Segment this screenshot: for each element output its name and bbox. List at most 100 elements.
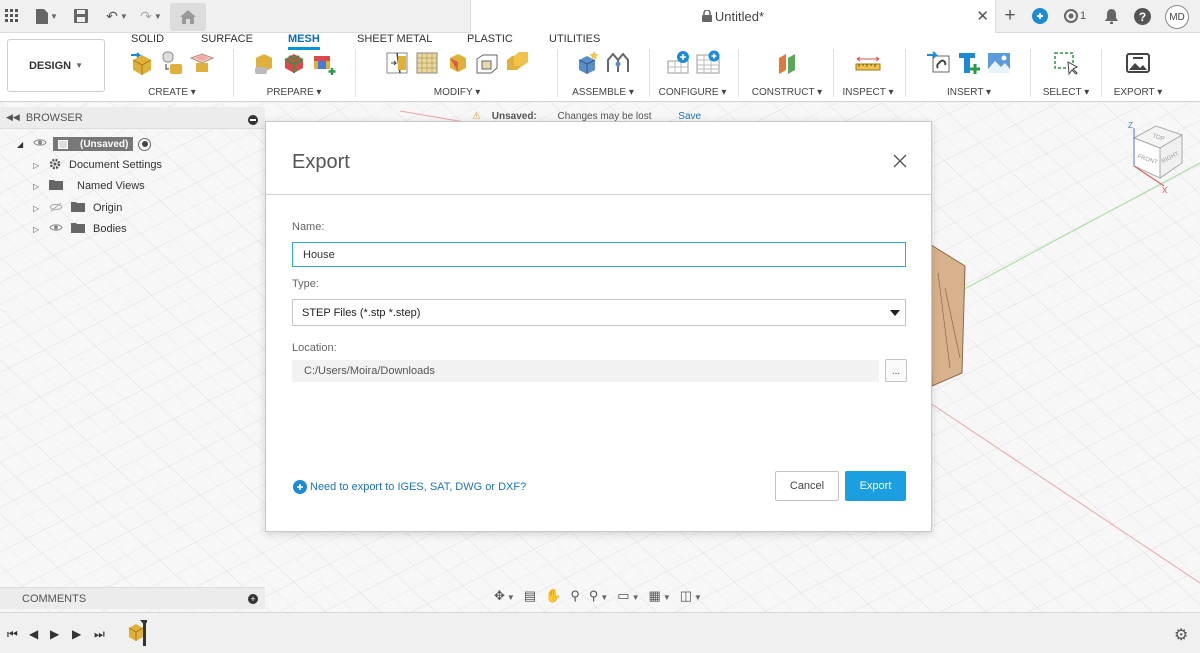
- zoom-window-icon[interactable]: ⚲ ▼: [589, 588, 608, 604]
- configure-design-icon[interactable]: [665, 50, 691, 76]
- select-icon[interactable]: [1053, 50, 1079, 76]
- insert-derive-icon[interactable]: [926, 50, 952, 76]
- job-status[interactable]: 1: [1062, 7, 1088, 25]
- zoom-icon[interactable]: ⚲: [570, 588, 580, 604]
- add-comment-icon[interactable]: +: [248, 594, 258, 604]
- play-icon[interactable]: ▶: [50, 627, 59, 641]
- file-menu-icon[interactable]: ▼: [33, 7, 61, 25]
- undo-icon[interactable]: ↶ ▼: [103, 7, 131, 25]
- make-closed-mesh-icon[interactable]: [414, 50, 440, 76]
- name-input[interactable]: [292, 242, 906, 267]
- first-step-icon[interactable]: ⏮: [7, 627, 18, 642]
- browser-collapse-icon[interactable]: [248, 115, 258, 125]
- document-tab[interactable]: Untitled* ✕: [470, 0, 996, 33]
- collapsed-triangle-icon[interactable]: ▷: [33, 182, 43, 191]
- comments-panel[interactable]: COMMENTS +: [0, 587, 265, 609]
- redo-icon[interactable]: ↷ ▼: [137, 7, 165, 25]
- visibility-eye-icon[interactable]: [33, 138, 53, 150]
- plane-cut-icon[interactable]: [384, 50, 410, 76]
- extensions-icon[interactable]: [1031, 7, 1049, 25]
- hidden-eye-icon[interactable]: [49, 202, 71, 215]
- collapsed-triangle-icon[interactable]: ▷: [33, 204, 43, 213]
- cancel-button[interactable]: Cancel: [775, 471, 839, 501]
- prepare-group[interactable]: PREPARE ▾: [239, 47, 349, 99]
- activate-radio-icon[interactable]: [138, 137, 152, 151]
- browser-item-origin[interactable]: ▷ Origin: [33, 198, 122, 218]
- location-field[interactable]: C:/Users/Moira/Downloads: [292, 360, 879, 382]
- look-at-icon[interactable]: ▤: [524, 588, 536, 604]
- browser-item-document-settings[interactable]: ▷ Document Settings: [33, 155, 162, 175]
- pan-icon[interactable]: ✋: [545, 588, 561, 604]
- select-group[interactable]: SELECT ▾: [1036, 47, 1096, 99]
- timeline-feature-icon[interactable]: [127, 620, 147, 646]
- configuration-table-icon[interactable]: [695, 50, 721, 76]
- insert-group[interactable]: INSERT ▾: [913, 47, 1025, 99]
- close-icon[interactable]: [892, 153, 908, 169]
- collapsed-triangle-icon[interactable]: ▷: [33, 161, 43, 170]
- browse-button[interactable]: ...: [885, 359, 907, 382]
- next-step-icon[interactable]: ▶: [72, 627, 81, 641]
- export-formats-help-link[interactable]: Need to export to IGES, SAT, DWG or DXF?: [293, 480, 526, 494]
- browser-item-named-views[interactable]: ▷ Named Views: [33, 176, 145, 196]
- tessellate-icon[interactable]: [159, 50, 185, 76]
- browser-item-label: Named Views: [77, 180, 145, 192]
- workspace-switcher[interactable]: DESIGN ▼: [7, 39, 105, 92]
- remesh-icon[interactable]: [281, 50, 307, 76]
- inspect-group[interactable]: INSPECT ▾: [838, 47, 898, 99]
- close-tab-icon[interactable]: ✕: [976, 7, 989, 25]
- export-icon[interactable]: [1125, 50, 1151, 76]
- lock-icon: [701, 9, 712, 22]
- repair-icon[interactable]: [251, 50, 277, 76]
- user-avatar[interactable]: MD: [1165, 5, 1189, 29]
- boolean-icon[interactable]: [504, 50, 530, 76]
- last-step-icon[interactable]: ⏭: [94, 627, 105, 642]
- combine-icon[interactable]: [474, 50, 500, 76]
- shell-icon[interactable]: [444, 50, 470, 76]
- modify-group[interactable]: MODIFY ▾: [364, 47, 550, 99]
- joint-icon[interactable]: [605, 50, 631, 76]
- insert-mesh-icon[interactable]: [129, 50, 155, 76]
- tab-surface[interactable]: SURFACE: [201, 33, 253, 45]
- unsaved-save-link[interactable]: Save: [678, 111, 701, 121]
- collapsed-triangle-icon[interactable]: ▷: [33, 225, 43, 234]
- grid-settings-icon[interactable]: ▦ ▼: [649, 588, 671, 604]
- type-select[interactable]: STEP Files (*.stp *.step): [292, 299, 906, 326]
- app-grid-icon[interactable]: [4, 7, 20, 25]
- insert-canvas-icon[interactable]: [986, 50, 1012, 76]
- export-group[interactable]: EXPORT ▾: [1108, 47, 1168, 99]
- expanded-triangle-icon[interactable]: ◢: [17, 140, 27, 149]
- visibility-eye-icon[interactable]: [49, 223, 71, 235]
- timeline-settings-icon[interactable]: ⚙: [1174, 625, 1188, 645]
- new-component-icon[interactable]: [575, 50, 601, 76]
- construct-group[interactable]: CONSTRUCT ▾: [747, 47, 827, 99]
- tab-plastic[interactable]: PLASTIC: [467, 33, 513, 45]
- orbit-icon[interactable]: ✥ ▼: [494, 588, 515, 604]
- display-settings-icon[interactable]: ▭ ▼: [617, 588, 639, 604]
- tab-utilities[interactable]: UTILITIES: [549, 33, 600, 45]
- create-face-group-icon[interactable]: [189, 50, 215, 76]
- viewcube-icon[interactable]: TOP FRONT RIGHT Z X: [1124, 118, 1194, 198]
- create-group[interactable]: CREATE ▾: [116, 47, 228, 99]
- previous-step-icon[interactable]: ◀: [29, 627, 38, 641]
- generate-face-groups-icon[interactable]: [311, 50, 337, 76]
- measure-icon[interactable]: [855, 50, 881, 76]
- help-icon[interactable]: ?: [1133, 7, 1151, 25]
- insert-mcmaster-icon[interactable]: [956, 50, 982, 76]
- viewports-icon[interactable]: ◫ ▼: [680, 588, 702, 604]
- export-button[interactable]: Export: [845, 471, 906, 501]
- new-tab-icon[interactable]: +: [1000, 5, 1020, 26]
- insert-group-label: INSERT: [946, 87, 984, 98]
- browser-item-bodies[interactable]: ▷ Bodies: [33, 219, 127, 239]
- notifications-icon[interactable]: [1103, 7, 1119, 25]
- save-icon[interactable]: [73, 7, 89, 25]
- assemble-group[interactable]: ASSEMBLE ▾: [563, 47, 643, 99]
- browser-root-item[interactable]: ◢ (Unsaved): [17, 134, 152, 154]
- home-icon[interactable]: [170, 3, 206, 31]
- svg-text:?: ?: [1138, 10, 1145, 24]
- chevron-down-icon: [890, 310, 900, 316]
- collapse-panel-icon[interactable]: ◀◀: [6, 112, 20, 123]
- offset-plane-icon[interactable]: [774, 50, 800, 76]
- tab-sheet-metal[interactable]: SHEET METAL: [357, 33, 432, 45]
- configure-group[interactable]: CONFIGURE ▾: [655, 47, 730, 99]
- tab-solid[interactable]: SOLID: [131, 33, 164, 45]
